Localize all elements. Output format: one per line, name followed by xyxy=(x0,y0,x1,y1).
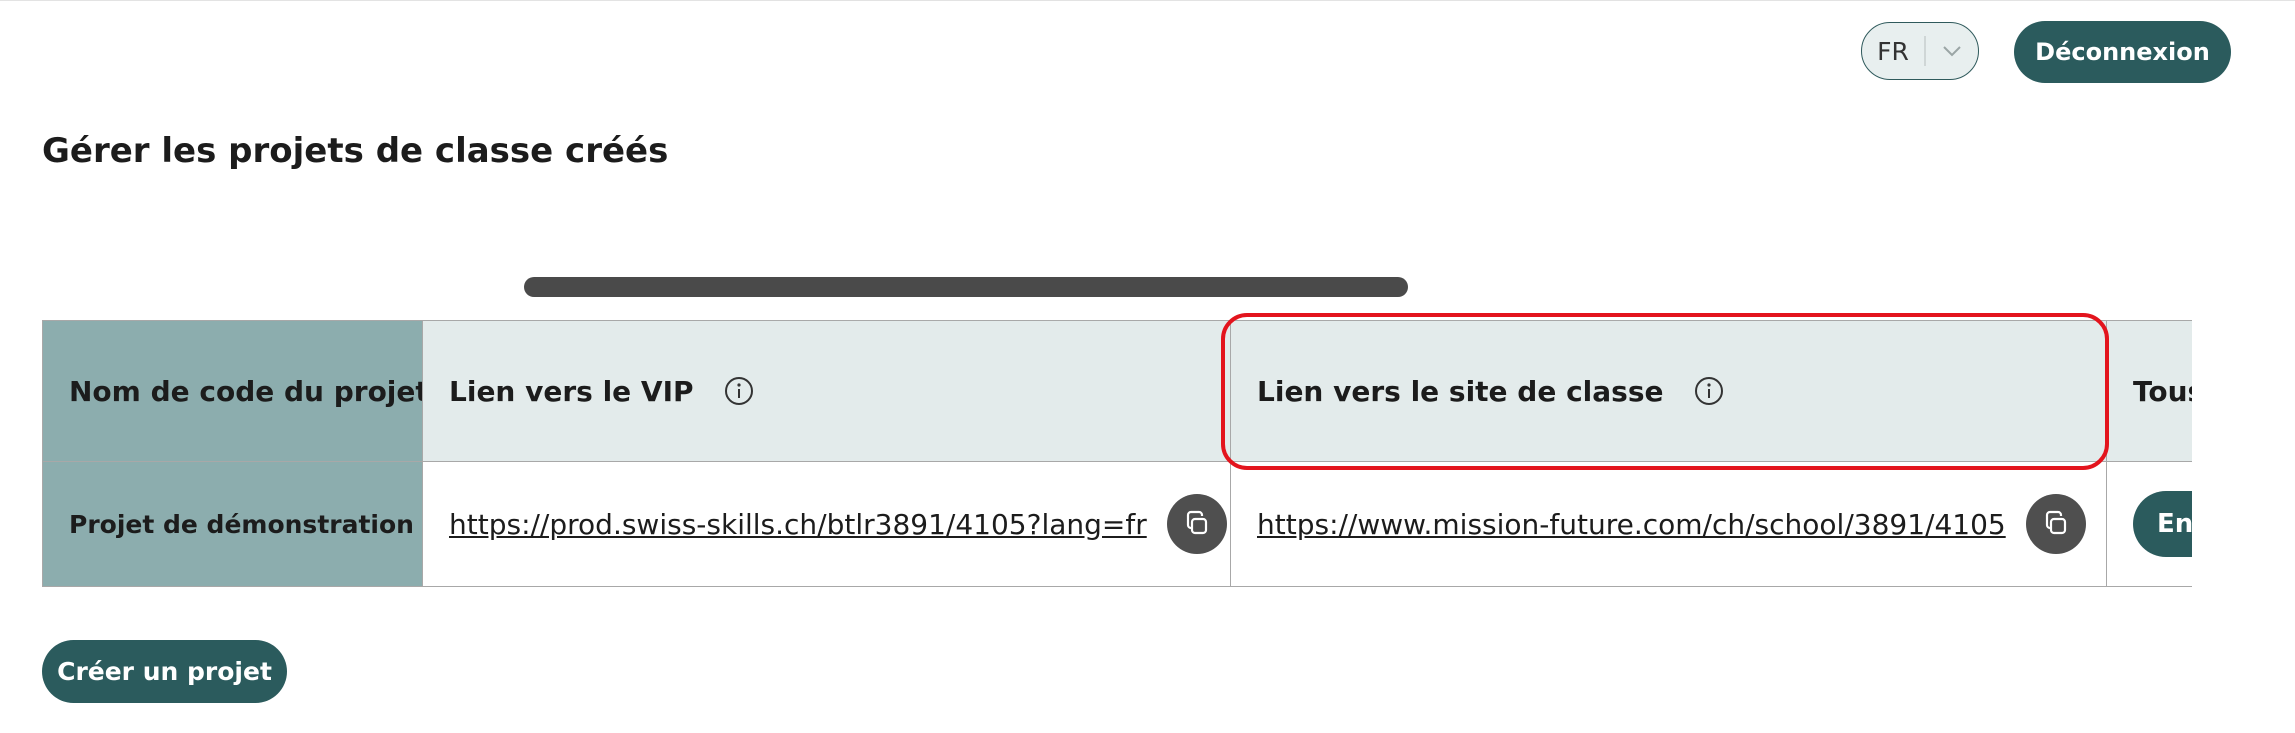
row-action-button[interactable]: En xyxy=(2133,491,2192,557)
info-icon[interactable] xyxy=(1694,376,1724,406)
top-divider xyxy=(0,0,2295,1)
logout-button[interactable]: Déconnexion xyxy=(2014,21,2231,83)
column-header-project-name: Nom de code du projet xyxy=(42,320,423,462)
copy-icon xyxy=(1186,510,1207,535)
projects-table-container: Nom de code du projet Lien vers le VIP L… xyxy=(42,320,2192,587)
projects-table: Nom de code du projet Lien vers le VIP L… xyxy=(42,320,2192,587)
copy-class-site-link-button[interactable] xyxy=(2025,494,2086,554)
class-site-link[interactable]: https://www.mission-future.com/ch/school… xyxy=(1257,508,2006,541)
create-project-button[interactable]: Créer un projet xyxy=(42,640,287,703)
chevron-down-icon xyxy=(1926,45,1979,57)
language-select[interactable]: FR xyxy=(1861,22,1979,80)
page-title: Gérer les projets de classe créés xyxy=(42,131,669,171)
action-cell: En xyxy=(2106,461,2192,587)
column-header-class-site-link: Lien vers le site de classe xyxy=(1230,320,2107,462)
table-header-row: Nom de code du projet Lien vers le VIP L… xyxy=(42,320,2192,462)
column-header-label: Lien vers le VIP xyxy=(449,374,694,408)
column-header-label: Tous xyxy=(2133,374,2192,408)
column-header-label: Nom de code du projet xyxy=(69,374,423,408)
class-site-link-cell: https://www.mission-future.com/ch/school… xyxy=(1230,461,2107,587)
copy-vip-link-button[interactable] xyxy=(1166,494,1227,554)
info-icon[interactable] xyxy=(724,376,754,406)
language-value: FR xyxy=(1877,36,1909,66)
horizontal-scrollbar[interactable] xyxy=(524,277,1408,297)
copy-icon xyxy=(2045,510,2066,535)
column-header-label: Lien vers le site de classe xyxy=(1257,374,1664,408)
column-header-all: Tous xyxy=(2106,320,2192,462)
column-header-vip-link: Lien vers le VIP xyxy=(422,320,1231,462)
table-row: Projet de démonstration https://prod.swi… xyxy=(42,461,2192,587)
vip-link[interactable]: https://prod.swiss-skills.ch/btlr3891/41… xyxy=(449,508,1147,541)
vip-link-cell: https://prod.swiss-skills.ch/btlr3891/41… xyxy=(422,461,1231,587)
project-name-cell: Projet de démonstration xyxy=(42,461,423,587)
